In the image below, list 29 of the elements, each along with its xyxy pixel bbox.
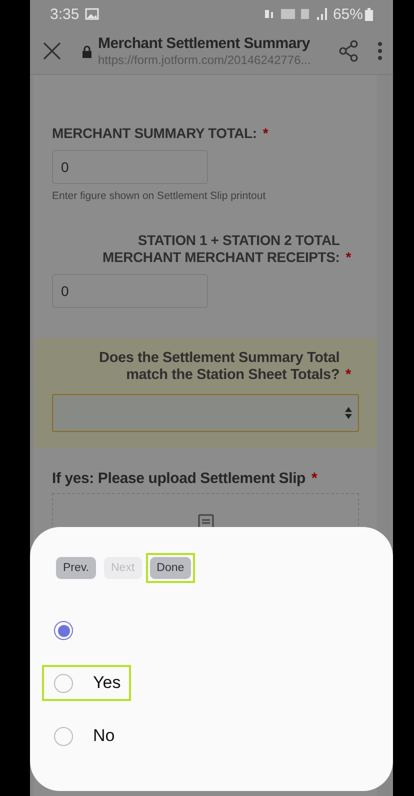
text-input[interactable]: 0 bbox=[52, 150, 208, 184]
radio-button[interactable] bbox=[54, 726, 73, 746]
option-label: Yes bbox=[93, 673, 121, 693]
radio-button[interactable] bbox=[54, 621, 73, 640]
status-time: 3:35 bbox=[50, 6, 80, 22]
field-label: STATION 1 + STATION 2 TOTAL MERCHANT MERCHANT RECEIPTS: bbox=[101, 232, 340, 266]
required-asterisk: * bbox=[346, 367, 351, 383]
required-asterisk: * bbox=[312, 470, 318, 487]
radio-button[interactable] bbox=[54, 674, 73, 692]
share-icon[interactable] bbox=[339, 40, 359, 62]
image-icon bbox=[85, 8, 100, 20]
page-title: Merchant Settlement Summary bbox=[98, 35, 310, 53]
picker-nav-button[interactable]: Prev. bbox=[56, 557, 96, 579]
picker-nav-button[interactable]: Done bbox=[150, 557, 192, 579]
field-label: If yes: Please upload Settlement Slip bbox=[52, 470, 306, 487]
option-label: No bbox=[93, 726, 115, 746]
text-input[interactable]: 0 bbox=[52, 274, 208, 308]
field-label: MERCHANT SUMMARY TOTAL: bbox=[52, 125, 257, 142]
updown-arrows-icon bbox=[345, 407, 352, 419]
battery-level: 65% bbox=[332, 6, 363, 22]
field-hint: Enter figure shown on Settlement Slip printout bbox=[52, 190, 267, 202]
field-label: Does the Settlement Summary Total match the Station Sheet Totals? bbox=[98, 350, 340, 384]
close-icon[interactable] bbox=[42, 41, 62, 61]
lock-icon bbox=[82, 44, 92, 58]
required-asterisk: * bbox=[346, 249, 351, 265]
battery-icon bbox=[365, 8, 373, 20]
more-icon[interactable] bbox=[377, 41, 383, 61]
required-asterisk: * bbox=[262, 125, 268, 141]
select-field[interactable] bbox=[52, 394, 359, 432]
